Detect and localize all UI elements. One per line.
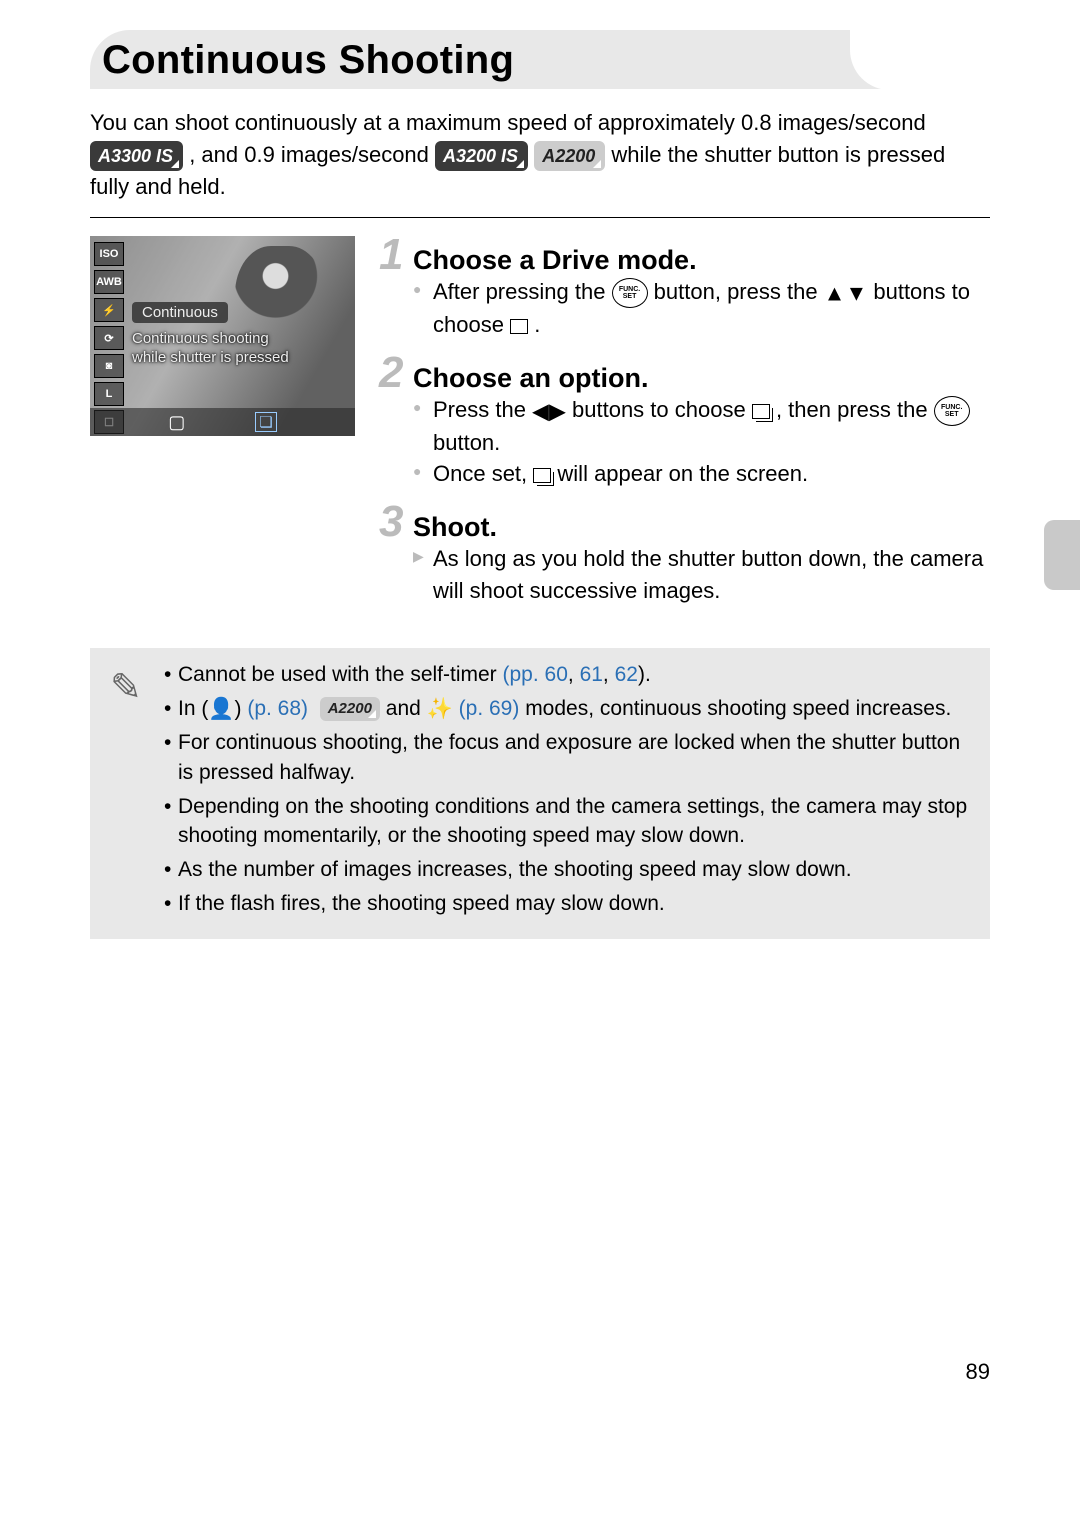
- continuous-frame-icon: [752, 404, 770, 419]
- func-set-button-icon: FUNC.SET: [934, 396, 970, 426]
- meter-icon: ◙: [94, 354, 124, 378]
- note-item: Cannot be used with the self-timer (pp. …: [164, 660, 970, 690]
- step-3: 3 Shoot. As long as you hold the shutter…: [379, 503, 990, 605]
- step-1: 1 Choose a Drive mode. After pressing th…: [379, 236, 990, 340]
- lcd-left-icon-strip: ISO AWB ⚡ ⟳ ◙ L ☐: [94, 242, 124, 434]
- size-icon: L: [94, 382, 124, 406]
- intro-text: You can shoot continuously at a maximum …: [90, 110, 778, 135]
- page-ref-link[interactable]: (p. 68): [247, 697, 308, 720]
- note-item: In (👤) (p. 68) A2200 and ✨ (p. 69) modes…: [164, 694, 970, 724]
- page-ref-link[interactable]: (pp. 60: [503, 663, 568, 686]
- note-item: If the flash fires, the shooting speed m…: [164, 889, 970, 919]
- lcd-bottom-bar: ▢ ❏: [90, 408, 355, 436]
- page-number: 89: [90, 1359, 990, 1385]
- awb-icon: AWB: [94, 270, 124, 294]
- steps-column: 1 Choose a Drive mode. After pressing th…: [379, 236, 990, 620]
- flash-icon: ⚡: [94, 298, 124, 322]
- model-badge-a2200: A2200: [320, 697, 380, 720]
- note-item: Depending on the shooting conditions and…: [164, 792, 970, 852]
- single-shot-icon: ▢: [168, 412, 185, 433]
- single-frame-icon: [510, 319, 528, 334]
- step-title: Shoot.: [413, 512, 497, 543]
- divider: [90, 217, 990, 218]
- page-ref-link[interactable]: (p. 69): [459, 697, 520, 720]
- intro-paragraph: You can shoot continuously at a maximum …: [90, 107, 990, 203]
- intro-text: , and 0.9 images/second: [189, 142, 435, 167]
- continuous-frame-icon: [533, 468, 551, 483]
- page-ref-link[interactable]: 61: [580, 663, 603, 686]
- model-badge-a3300: A3300 IS: [90, 141, 183, 171]
- model-badge-a2200: A2200: [534, 141, 605, 171]
- step-2: 2 Choose an option. Press the ◀▶ buttons…: [379, 354, 990, 489]
- note-item: As the number of images increases, the s…: [164, 855, 970, 885]
- fireworks-mode-icon: ✨: [427, 697, 453, 720]
- func-set-button-icon: FUNC.SET: [612, 278, 648, 308]
- step-content-row: ISO AWB ⚡ ⟳ ◙ L ☐ Continuous Continuous …: [90, 236, 990, 620]
- step-title: Choose an option.: [413, 363, 649, 394]
- step-line: After pressing the FUNC.SET button, pres…: [413, 276, 990, 340]
- section-title: Continuous Shooting: [90, 38, 990, 83]
- lcd-tooltip: Continuous: [132, 302, 228, 323]
- pencil-note-icon: ✎: [110, 660, 146, 923]
- intro-text: images/second: [778, 110, 926, 135]
- camera-lcd-screenshot: ISO AWB ⚡ ⟳ ◙ L ☐ Continuous Continuous …: [90, 236, 355, 436]
- step-title: Choose a Drive mode.: [413, 245, 697, 276]
- side-tab: [1044, 520, 1080, 590]
- iso-icon: ISO: [94, 242, 124, 266]
- continuous-shot-icon: ❏: [255, 412, 276, 432]
- manual-page: Continuous Shooting You can shoot contin…: [0, 0, 1080, 1425]
- section-title-bar: Continuous Shooting: [90, 30, 990, 89]
- up-down-arrow-icon: ▲▼: [824, 281, 868, 306]
- step-number: 2: [379, 354, 407, 391]
- lcd-subtip: Continuous shooting while shutter is pre…: [132, 330, 289, 368]
- model-badge-a3200: A3200 IS: [435, 141, 528, 171]
- notes-list: Cannot be used with the self-timer (pp. …: [164, 660, 970, 923]
- kids-pets-mode-icon: (👤): [201, 697, 241, 720]
- drive-icon: ⟳: [94, 326, 124, 350]
- notes-box: ✎ Cannot be used with the self-timer (pp…: [90, 648, 990, 939]
- note-item: For continuous shooting, the focus and e…: [164, 728, 970, 788]
- step-line: Press the ◀▶ buttons to choose , then pr…: [413, 394, 990, 458]
- left-right-arrow-icon: ◀▶: [532, 399, 566, 424]
- step-number: 3: [379, 503, 407, 540]
- step-line: Once set, will appear on the screen.: [413, 458, 990, 489]
- step-number: 1: [379, 236, 407, 273]
- page-ref-link[interactable]: 62: [615, 663, 638, 686]
- step-line: As long as you hold the shutter button d…: [413, 543, 990, 605]
